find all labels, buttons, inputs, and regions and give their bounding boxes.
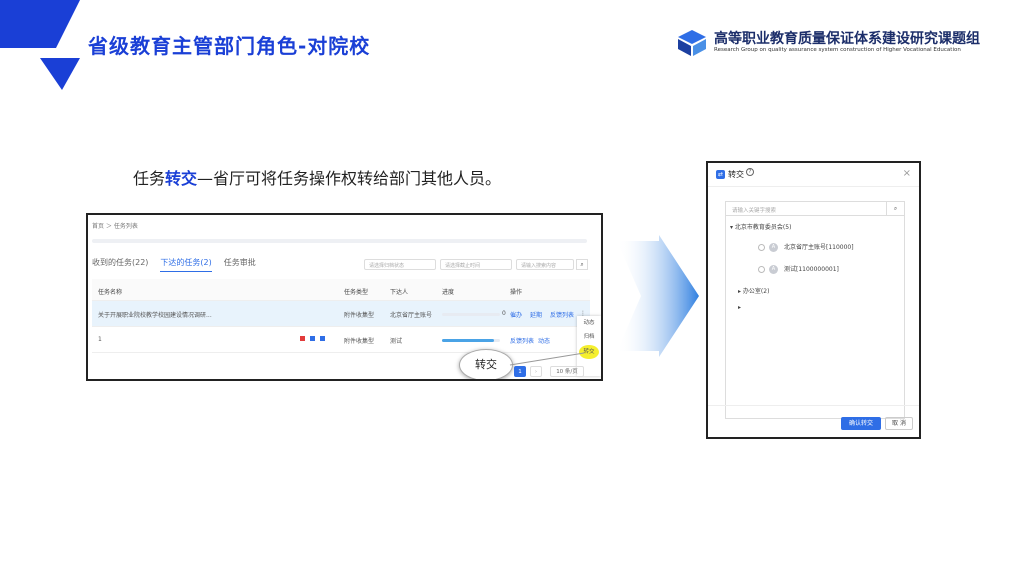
progress-fill bbox=[442, 339, 495, 342]
table-row[interactable]: 1 附件收集型 测试 反馈列表 动态 bbox=[92, 327, 590, 353]
action-urge[interactable]: 催办 bbox=[510, 310, 522, 319]
tree-root-label: 北京市教育委员会(5) bbox=[734, 224, 792, 231]
avatar-icon: A bbox=[769, 243, 778, 252]
table-row[interactable]: 关于开展职业院校教学校园建设情况调研... 附件收集型 北京省厅主账号 0 催办… bbox=[92, 301, 590, 327]
action-feedback[interactable]: 反馈列表 bbox=[550, 310, 574, 319]
dialog-header: ⇄ 转交 ? × bbox=[708, 163, 919, 187]
divider-bar bbox=[92, 239, 587, 243]
search-icon: ⌕ bbox=[580, 261, 584, 268]
avatar-icon: A bbox=[769, 265, 778, 274]
caret-right-icon[interactable]: ▸ bbox=[738, 304, 741, 311]
page-size-select[interactable]: 10 条/页 bbox=[550, 366, 584, 377]
table-header-row: 任务名称 任务类型 下达人 进度 操作 bbox=[92, 279, 590, 301]
tree-user[interactable]: A 测试[1100000001] bbox=[758, 264, 839, 274]
task-type: 附件收集型 bbox=[344, 312, 375, 319]
tab-issued[interactable]: 下达的任务(2) bbox=[160, 257, 212, 272]
menu-item-archive[interactable]: 归档 bbox=[577, 330, 601, 344]
action-extend[interactable]: 延期 bbox=[530, 310, 542, 319]
slide-subtitle: 任务转交—省厅可将任务操作权转给部门其他人员。 bbox=[133, 165, 501, 189]
progress-bar bbox=[442, 313, 500, 316]
logo-chinese-text: 高等职业教育质量保证体系建设研究课题组 bbox=[714, 31, 980, 47]
col-progress: 进度 bbox=[442, 289, 455, 296]
help-icon[interactable]: ? bbox=[746, 168, 754, 176]
col-type: 任务类型 bbox=[344, 289, 369, 296]
task-name[interactable]: 关于开展职业院校教学校园建设情况调研... bbox=[98, 310, 248, 319]
grid-icon bbox=[320, 336, 325, 341]
mail-icon bbox=[310, 336, 315, 341]
transfer-dialog: ⇄ 转交 ? × 请输入关键字搜索 ⌕ ▾ 北京市教育委员会(5) A 北京省厅主… bbox=[706, 161, 921, 439]
tree-user[interactable]: A 北京省厅主账号[110000] bbox=[758, 242, 854, 252]
tree-group-label: 办公室(2) bbox=[742, 288, 770, 295]
tree-node-root[interactable]: ▾ 北京市教育委员会(5) bbox=[730, 222, 791, 231]
col-name: 任务名称 bbox=[98, 289, 123, 296]
dialog-search-box[interactable]: 请输入关键字搜索 ⌕ bbox=[726, 202, 904, 216]
tab-received[interactable]: 收到的任务(22) bbox=[92, 257, 148, 272]
progress-label: 0 bbox=[502, 310, 506, 317]
tree-user-label: 测试[1100000001] bbox=[784, 266, 839, 273]
confirm-transfer-button[interactable]: 确认转交 bbox=[841, 417, 881, 430]
progress-bar bbox=[442, 339, 500, 342]
search-icon[interactable]: ⌕ bbox=[886, 202, 904, 216]
subtitle-post: —省厅可将任务操作权转给部门其他人员。 bbox=[197, 169, 502, 188]
task-issuer: 北京省厅主账号 bbox=[390, 312, 433, 319]
task-type: 附件收集型 bbox=[344, 338, 375, 345]
transfer-icon: ⇄ bbox=[716, 170, 725, 179]
tree-node-collapsed[interactable]: ▸ bbox=[738, 304, 741, 311]
status-filter[interactable]: 请选择归档状态 bbox=[364, 259, 436, 270]
col-issuer: 下达人 bbox=[390, 289, 409, 296]
radio-button[interactable] bbox=[758, 244, 765, 251]
task-list-screenshot: 首页 ＞ 任务列表 收到的任务(22) 下达的任务(2) 任务审批 请选择归档状… bbox=[86, 213, 603, 381]
corner-decoration bbox=[0, 0, 80, 90]
page-1-button[interactable]: 1 bbox=[514, 366, 526, 377]
task-tabs: 收到的任务(22) 下达的任务(2) 任务审批 bbox=[92, 257, 256, 272]
cube-logo-icon bbox=[678, 30, 706, 56]
tree-node-group[interactable]: ▸ 办公室(2) bbox=[738, 286, 769, 295]
alarm-icon bbox=[300, 336, 305, 341]
subtitle-pre: 任务 bbox=[133, 169, 166, 188]
tab-approval[interactable]: 任务审批 bbox=[224, 257, 256, 272]
next-page-button[interactable]: › bbox=[530, 366, 542, 377]
tree-user-label: 北京省厅主账号[110000] bbox=[784, 244, 854, 251]
user-tree-panel: 请输入关键字搜索 ⌕ ▾ 北京市教育委员会(5) A 北京省厅主账号[110000… bbox=[725, 201, 905, 419]
action-feedback[interactable]: 反馈列表 bbox=[510, 336, 534, 345]
dialog-search-input[interactable]: 请输入关键字搜索 bbox=[732, 206, 776, 214]
cancel-button[interactable]: 取 消 bbox=[885, 417, 913, 430]
footer-divider bbox=[708, 405, 919, 406]
col-actions: 操作 bbox=[510, 289, 523, 296]
breadcrumb[interactable]: 首页 ＞ 任务列表 bbox=[92, 221, 138, 230]
keyword-input[interactable]: 请输入搜索内容 bbox=[516, 259, 574, 270]
close-icon[interactable]: × bbox=[903, 168, 911, 179]
dialog-title: 转交 bbox=[728, 170, 744, 179]
radio-button[interactable] bbox=[758, 266, 765, 273]
task-issuer: 测试 bbox=[390, 338, 403, 345]
subtitle-highlight: 转交 bbox=[165, 169, 198, 188]
date-filter[interactable]: 请选择截止时间 bbox=[440, 259, 512, 270]
menu-item-activity[interactable]: 动态 bbox=[577, 316, 601, 330]
logo-english-text: Research Group on quality assurance syst… bbox=[714, 47, 961, 53]
arrow-right-icon bbox=[617, 235, 699, 357]
slide-title: 省级教育主管部门角色-对院校 bbox=[88, 34, 371, 58]
magnified-transfer-label: 转交 bbox=[459, 349, 513, 379]
task-name[interactable]: 1 bbox=[98, 336, 102, 343]
logo: 高等职业教育质量保证体系建设研究课题组 Research Group on qu… bbox=[676, 26, 986, 60]
search-button[interactable]: ⌕ bbox=[576, 259, 588, 270]
action-activity[interactable]: 动态 bbox=[538, 336, 550, 345]
